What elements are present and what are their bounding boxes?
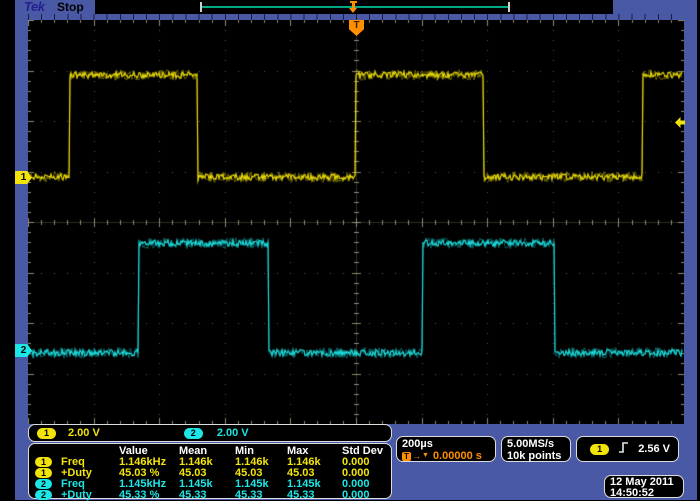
measurement-row: 2 +Duty 45.33 % 45.33 45.33 45.33 0.000	[35, 490, 391, 501]
channel-scale-bar: 1 2.00 V 2 2.00 V	[28, 424, 392, 442]
datetime-box: 12 May 2011 14:50:52	[604, 475, 684, 498]
measurements-header-row: Value Mean Min Max Std Dev	[35, 446, 391, 457]
trigger-level: 2.56 V	[638, 443, 670, 455]
meas-max: 45.33	[287, 490, 342, 501]
measurement-row: 1 +Duty 45.03 % 45.03 45.03 45.03 0.000	[35, 468, 391, 479]
meas-value: 45.33 %	[119, 490, 179, 501]
record-length: 10k points	[507, 450, 570, 462]
meas-std: 0.000	[342, 490, 391, 501]
meas-name: +Duty	[61, 490, 119, 501]
trigger-position-readout: T → ▼ 0.00000 s	[402, 450, 495, 462]
scope-screen: Tek Stop T 1 2 1 2.00 V 2 2.00 V Value M…	[15, 0, 697, 500]
trigger-source-badge: 1	[590, 444, 609, 455]
ch2-scale: 2.00 V	[217, 427, 249, 439]
sample-rate: 5.00MS/s	[507, 438, 570, 450]
rising-edge-icon	[618, 441, 629, 457]
timebase-readout: 200µs	[402, 438, 495, 450]
horizontal-position-value: 0.00000 s	[433, 450, 482, 462]
trigger-position-arrow-icon	[349, 1, 358, 13]
measurements-panel: Value Mean Min Max Std Dev 1 Freq 1.146k…	[28, 443, 392, 499]
time-label: 14:50:52	[610, 488, 683, 499]
ch1-scale: 2.00 V	[68, 427, 100, 439]
meas-ch-badge: 2	[35, 479, 52, 489]
right-arrow-icon: →	[412, 450, 421, 462]
ch1-badge: 1	[37, 428, 56, 439]
meas-ch-badge: 2	[35, 490, 52, 500]
title-bar: Tek Stop	[15, 0, 697, 14]
meas-min: 45.33	[235, 490, 287, 501]
t-position-icon: T	[402, 452, 411, 461]
horizontal-readout-box: 200µs T → ▼ 0.00000 s	[396, 436, 496, 462]
ch2-badge: 2	[184, 428, 203, 439]
meas-ch-badge: 1	[35, 457, 52, 467]
meas-mean: 45.33	[179, 490, 235, 501]
acquisition-readout-box: 5.00MS/s 10k points	[501, 436, 571, 462]
trigger-readout-box: 1 2.56 V	[576, 436, 679, 462]
tek-logo: Tek	[24, 0, 44, 14]
graticule-canvas	[28, 20, 684, 424]
record-view-bar	[95, 0, 613, 14]
meas-ch-badge: 1	[35, 468, 52, 478]
acquisition-status: Stop	[57, 0, 84, 14]
graticule	[28, 20, 684, 424]
down-triangle-icon: ▼	[422, 450, 429, 462]
